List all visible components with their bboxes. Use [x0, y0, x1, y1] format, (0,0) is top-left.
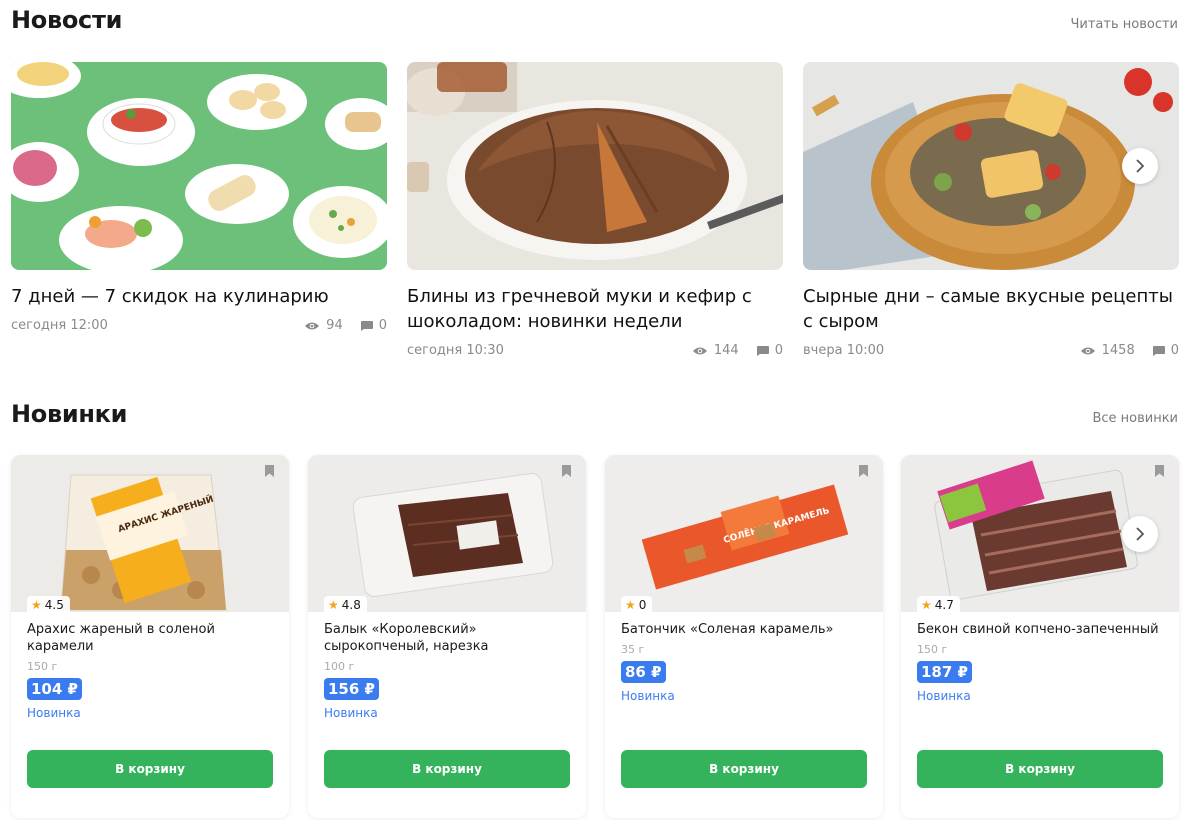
news-header: Новости Читать новости	[11, 6, 1178, 34]
product-rating: ★ 4.8	[324, 596, 367, 613]
product-weight: 150 г	[27, 660, 58, 673]
star-icon: ★	[31, 597, 42, 612]
new-badge: Новинка	[27, 706, 81, 720]
product-card[interactable]: СОЛЁНАЯ КАРАМЕЛЬ ★ 0 Батончик «Соленая к…	[605, 455, 883, 818]
views-count: 94	[326, 318, 343, 333]
news-title[interactable]: Блины из гречневой муки и кефир с шокола…	[407, 284, 783, 334]
news-image-cooking[interactable]	[11, 62, 387, 270]
rating-value: 4.5	[44, 597, 64, 612]
news-title[interactable]: 7 дней — 7 скидок на кулинарию	[11, 284, 387, 309]
eye-icon	[305, 322, 320, 329]
products-next-button[interactable]	[1122, 516, 1158, 552]
news-card[interactable]: Блины из гречневой муки и кефир с шокола…	[407, 62, 783, 358]
comments-count: 0	[1170, 343, 1179, 358]
add-to-cart-button[interactable]: В корзину	[324, 750, 570, 788]
comments-stat: 0	[756, 343, 783, 358]
product-rating: ★ 4.7	[917, 596, 960, 613]
product-card[interactable]: ★ 4.8 Балык «Королевский» сырокопченый, …	[308, 455, 586, 818]
new-badge: Новинка	[621, 689, 675, 703]
news-meta: вчера 10:00 1458 0	[803, 343, 1179, 358]
add-to-cart-button[interactable]: В корзину	[621, 750, 867, 788]
bookmark-icon[interactable]	[561, 464, 572, 478]
read-news-link[interactable]: Читать новости	[1070, 17, 1178, 32]
rating-value: 4.7	[934, 597, 954, 612]
views-stat: 94	[304, 318, 343, 333]
chevron-right-icon	[1136, 527, 1145, 541]
product-weight: 100 г	[324, 660, 355, 673]
news-image-pancakes[interactable]	[407, 62, 783, 270]
news-next-button[interactable]	[1122, 148, 1158, 184]
products-header: Новинки Все новинки	[11, 400, 1178, 428]
views-stat: 1458	[1080, 343, 1135, 358]
star-icon: ★	[328, 597, 339, 612]
product-card[interactable]: АРАХИС ЖАРЕНЫЙ ★ 4.5 Арахис жареный в со…	[11, 455, 289, 818]
comment-icon	[1152, 345, 1165, 356]
star-icon: ★	[921, 597, 932, 612]
product-name[interactable]: Балык «Королевский» сырокопченый, нарезк…	[324, 621, 570, 655]
product-rating: ★ 0	[621, 596, 653, 613]
all-new-products-link[interactable]: Все новинки	[1092, 411, 1178, 426]
chevron-right-icon	[1136, 159, 1145, 173]
comments-count: 0	[774, 343, 783, 358]
news-meta: сегодня 10:30 144 0	[407, 343, 783, 358]
bookmark-icon[interactable]	[1154, 464, 1165, 478]
add-to-cart-button[interactable]: В корзину	[917, 750, 1163, 788]
news-card[interactable]: Сырные дни – самые вкусные рецепты с сыр…	[803, 62, 1179, 358]
comments-stat: 0	[360, 318, 387, 333]
views-count: 144	[713, 343, 739, 358]
comment-icon	[756, 345, 769, 356]
news-stats: 1458 0	[1080, 343, 1179, 358]
product-price: 156 ₽	[324, 678, 379, 700]
product-price: 86 ₽	[621, 661, 666, 683]
add-to-cart-button[interactable]: В корзину	[27, 750, 273, 788]
comment-icon	[360, 320, 373, 331]
new-badge: Новинка	[917, 689, 971, 703]
views-stat: 144	[692, 343, 739, 358]
product-card[interactable]: ★ 4.7 Бекон свиной копчено-запеченный 15…	[901, 455, 1179, 818]
news-title[interactable]: Сырные дни – самые вкусные рецепты с сыр…	[803, 284, 1179, 334]
product-image-balyk[interactable]: ★ 4.8	[308, 455, 586, 613]
product-rating: ★ 4.5	[27, 596, 70, 613]
product-name[interactable]: Батончик «Соленая карамель»	[621, 621, 867, 638]
news-time: сегодня 12:00	[11, 318, 108, 333]
new-badge: Новинка	[324, 706, 378, 720]
product-price: 104 ₽	[27, 678, 82, 700]
news-stats: 94 0	[304, 318, 387, 333]
news-time: сегодня 10:30	[407, 343, 504, 358]
rating-value: 4.8	[341, 597, 361, 612]
product-price: 187 ₽	[917, 661, 972, 683]
news-section-title: Новости	[11, 6, 123, 34]
eye-icon	[1080, 347, 1095, 354]
product-image-peanuts[interactable]: АРАХИС ЖАРЕНЫЙ ★ 4.5	[11, 455, 289, 613]
news-meta: сегодня 12:00 94 0	[11, 318, 387, 333]
comments-count: 0	[378, 318, 387, 333]
news-stats: 144 0	[692, 343, 783, 358]
products-section-title: Новинки	[11, 400, 128, 428]
news-time: вчера 10:00	[803, 343, 885, 358]
news-card[interactable]: 7 дней — 7 скидок на кулинарию сегодня 1…	[11, 62, 387, 333]
rating-value: 0	[638, 597, 647, 612]
product-name[interactable]: Бекон свиной копчено-запеченный	[917, 621, 1163, 638]
product-weight: 150 г	[917, 643, 948, 656]
product-name[interactable]: Арахис жареный в соленой карамели	[27, 621, 273, 655]
comments-stat: 0	[1152, 343, 1179, 358]
eye-icon	[692, 347, 707, 354]
product-image-bar[interactable]: СОЛЁНАЯ КАРАМЕЛЬ ★ 0	[605, 455, 883, 613]
star-icon: ★	[625, 597, 636, 612]
bookmark-icon[interactable]	[858, 464, 869, 478]
bookmark-icon[interactable]	[264, 464, 275, 478]
views-count: 1458	[1101, 343, 1135, 358]
product-weight: 35 г	[621, 643, 645, 656]
